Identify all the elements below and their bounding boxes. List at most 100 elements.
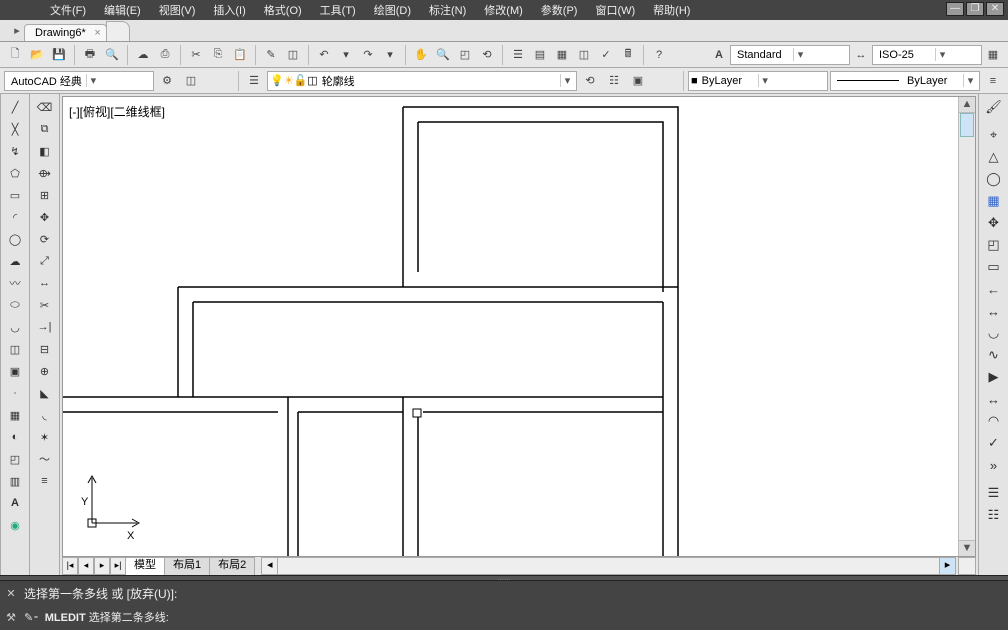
redo-icon[interactable]: ↷: [357, 44, 379, 66]
check-icon[interactable]: ✓: [982, 432, 1006, 454]
resize-grip-icon[interactable]: [958, 557, 976, 575]
sheet-icon[interactable]: ▤: [529, 44, 551, 66]
point-icon[interactable]: ∙: [3, 382, 27, 404]
new-doc-icon[interactable]: ▸: [10, 19, 24, 41]
move-icon[interactable]: ✥: [33, 206, 57, 228]
help-icon[interactable]: ?: [648, 44, 670, 66]
xline-icon[interactable]: ╳: [3, 118, 27, 140]
window-minimize-button[interactable]: —: [946, 2, 964, 16]
arrow-h-icon[interactable]: ↔: [982, 388, 1006, 410]
tab-last-icon[interactable]: ▸|: [110, 557, 126, 575]
tab-model[interactable]: 模型: [125, 557, 165, 575]
array-icon[interactable]: ⊞: [33, 184, 57, 206]
scroll-left-icon[interactable]: ◂: [262, 558, 278, 574]
layer-prev-icon[interactable]: ⟲: [579, 70, 601, 92]
menu-file[interactable]: 文件(F): [50, 2, 86, 18]
insert-block-icon[interactable]: ◫: [3, 338, 27, 360]
preview-icon[interactable]: 🔍: [101, 44, 123, 66]
spline-icon[interactable]: 〰: [3, 272, 27, 294]
circle-icon[interactable]: ◯: [3, 228, 27, 250]
layer-dropdown[interactable]: 💡 ☀ 🔓 ◫ 轮廓线 ▾: [267, 71, 577, 91]
menu-insert[interactable]: 插入(I): [213, 2, 245, 18]
menu-edit[interactable]: 编辑(E): [104, 2, 141, 18]
gear-icon[interactable]: ⚙: [156, 70, 178, 92]
tab-prev-icon[interactable]: ◂: [78, 557, 94, 575]
window-restore-button[interactable]: ❐: [966, 2, 984, 16]
paste-icon[interactable]: 📋: [229, 44, 251, 66]
menu-window[interactable]: 窗口(W): [595, 2, 635, 18]
scale-icon[interactable]: ⤢: [33, 250, 57, 272]
ellipse-arc-icon[interactable]: ◡: [3, 316, 27, 338]
matchprop-icon[interactable]: ✎: [260, 44, 282, 66]
linetype-dropdown[interactable]: ByLayer ▾: [830, 71, 980, 91]
pedit-icon[interactable]: 〜: [33, 448, 57, 470]
menu-param[interactable]: 参数(P): [541, 2, 578, 18]
pan-icon[interactable]: ✋: [410, 44, 432, 66]
layer-mgr-icon[interactable]: ☰: [243, 70, 265, 92]
trim-icon[interactable]: ✂: [33, 294, 57, 316]
layer-iso-icon[interactable]: ▣: [627, 70, 649, 92]
arrows-lr-icon[interactable]: ↔: [982, 300, 1006, 322]
menu-dim[interactable]: 标注(N): [429, 2, 466, 18]
new-tab-button[interactable]: [106, 21, 130, 41]
mirror-icon[interactable]: ◧: [33, 140, 57, 162]
arc-icon[interactable]: ◜: [3, 206, 27, 228]
plot-icon[interactable]: ⎙: [154, 44, 176, 66]
table-style-icon[interactable]: ▦: [982, 44, 1004, 66]
flag-icon[interactable]: ▶: [982, 366, 1006, 388]
addselected-icon[interactable]: ◉: [3, 514, 27, 536]
chamfer-icon[interactable]: ◣: [33, 382, 57, 404]
undo-icon[interactable]: ↶: [313, 44, 335, 66]
ellipse-icon[interactable]: ⬭: [3, 294, 27, 316]
lineweight-icon[interactable]: ≡: [982, 70, 1004, 92]
window-close-button[interactable]: ✕: [986, 2, 1004, 16]
scroll-down-icon[interactable]: ▼: [959, 540, 975, 556]
layeriso-icon[interactable]: ▭: [982, 256, 1006, 278]
chevrons-icon[interactable]: »: [982, 454, 1006, 476]
target-icon[interactable]: ✥: [982, 212, 1006, 234]
redo-drop-icon[interactable]: ▾: [379, 44, 401, 66]
palette2-icon[interactable]: ☷: [982, 504, 1006, 526]
dim-style-dropdown[interactable]: ISO-25 ▾: [872, 45, 982, 65]
zoom-window-icon[interactable]: ◰: [454, 44, 476, 66]
offset-icon[interactable]: ⟴: [33, 162, 57, 184]
close-icon[interactable]: ×: [94, 27, 100, 39]
fillet-icon[interactable]: ◟: [33, 404, 57, 426]
arrow-left-icon[interactable]: ←: [982, 278, 1006, 300]
dim-constraint-icon[interactable]: ▦: [982, 190, 1006, 212]
block-icon[interactable]: ◫: [282, 44, 304, 66]
tab-next-icon[interactable]: ▸: [94, 557, 110, 575]
command-input[interactable]: MLEDIT 选择第二条多线:: [45, 609, 169, 625]
table-icon[interactable]: ▥: [3, 470, 27, 492]
tool-palette-icon[interactable]: ▦: [551, 44, 573, 66]
rotate-icon[interactable]: ⟳: [33, 228, 57, 250]
dc-icon[interactable]: ◫: [573, 44, 595, 66]
constrain-icon[interactable]: △: [982, 146, 1006, 168]
menu-draw[interactable]: 绘图(D): [374, 2, 411, 18]
brush-icon[interactable]: 🖌: [982, 96, 1006, 118]
dimstyle-icon[interactable]: ↔: [850, 44, 872, 66]
polygon-icon[interactable]: ⬠: [3, 162, 27, 184]
menu-help[interactable]: 帮助(H): [653, 2, 690, 18]
curve2-icon[interactable]: ∿: [982, 344, 1006, 366]
gradient-icon[interactable]: ◐: [3, 426, 27, 448]
break-icon[interactable]: ⊟: [33, 338, 57, 360]
menu-modify[interactable]: 修改(M): [484, 2, 523, 18]
save-icon[interactable]: 💾: [48, 44, 70, 66]
scroll-right-icon[interactable]: ▸: [939, 558, 955, 574]
geo-icon[interactable]: ◯: [982, 168, 1006, 190]
cut-icon[interactable]: ✂: [185, 44, 207, 66]
explode-icon[interactable]: ✶: [33, 426, 57, 448]
join-icon[interactable]: ⊕: [33, 360, 57, 382]
menu-view[interactable]: 视图(V): [159, 2, 196, 18]
region-icon[interactable]: ◰: [3, 448, 27, 470]
document-tab-active[interactable]: Drawing6* ×: [24, 24, 107, 41]
hatch-icon[interactable]: ▦: [3, 404, 27, 426]
workspace-dropdown[interactable]: AutoCAD 经典 ▾: [4, 71, 154, 91]
copy-obj-icon[interactable]: ⧉: [33, 118, 57, 140]
3d-nav-icon[interactable]: ⌖: [982, 124, 1006, 146]
revcloud-icon[interactable]: ☁: [3, 250, 27, 272]
color-dropdown[interactable]: ■ ByLayer ▾: [688, 71, 828, 91]
erase-icon[interactable]: ⌫: [33, 96, 57, 118]
tab-first-icon[interactable]: |◂: [62, 557, 78, 575]
